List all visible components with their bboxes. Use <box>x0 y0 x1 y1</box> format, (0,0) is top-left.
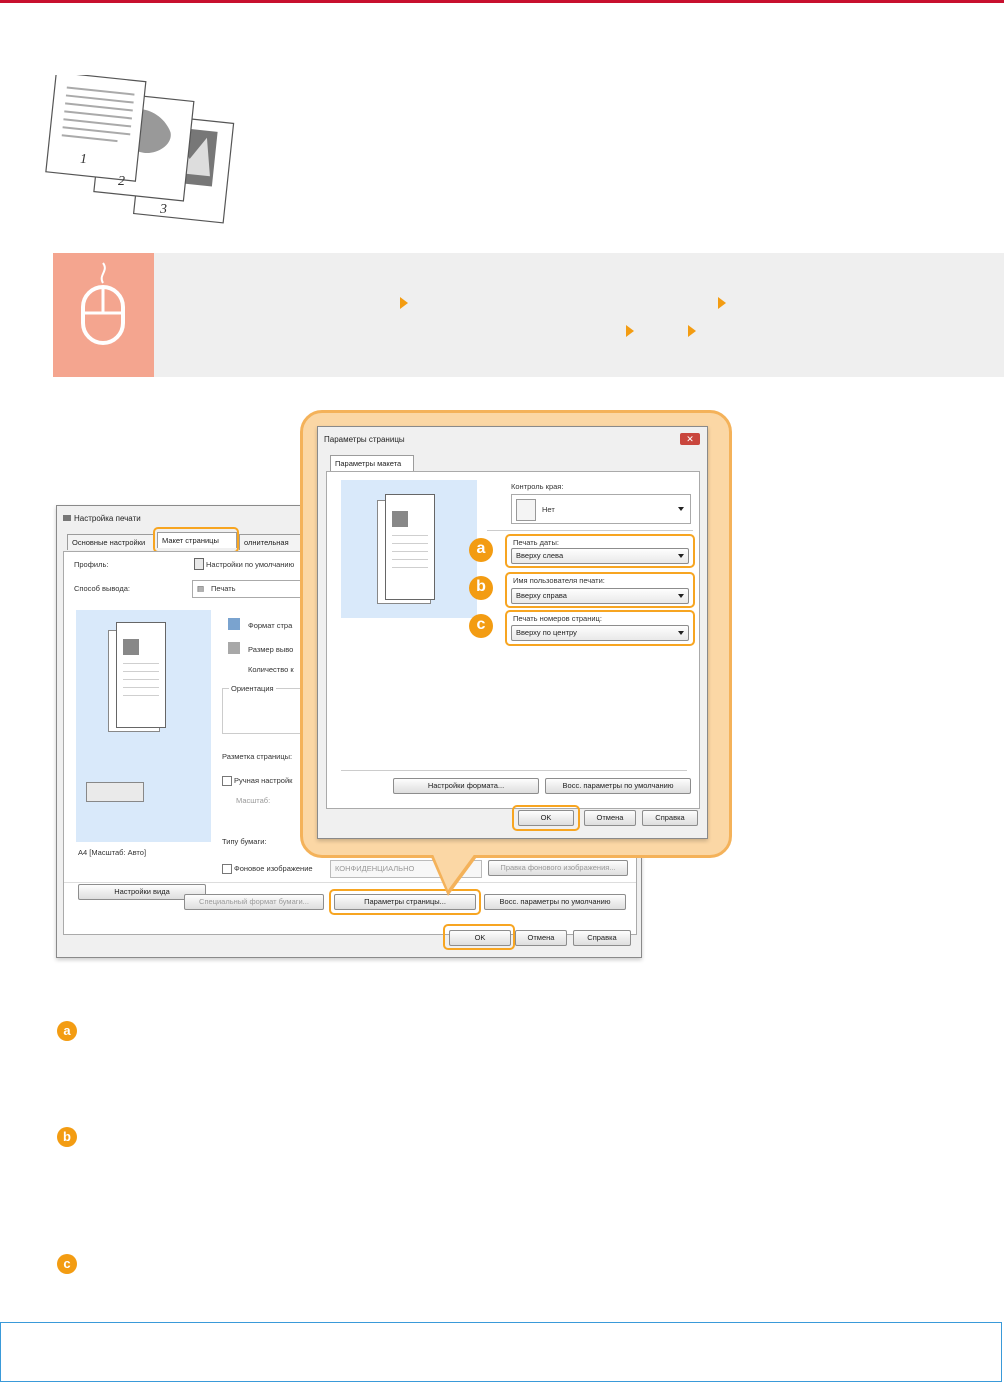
page-options-dialog: Параметры страницы ✕ Параметры макета Ко… <box>317 426 708 839</box>
numbered-pages-illustration: 1 2 3 <box>45 75 235 224</box>
close-icon[interactable]: ✕ <box>680 433 700 445</box>
mouse-icon <box>81 262 125 345</box>
preview-image-block <box>123 639 139 655</box>
page-number-3: 3 <box>159 202 167 217</box>
edge-page-icon <box>516 499 536 521</box>
chevron-down-icon <box>678 507 684 511</box>
step-arrow-icon <box>688 325 696 337</box>
instruction-band <box>53 253 1004 377</box>
page-options-title: Параметры страницы <box>324 435 405 444</box>
copies-label: Количество к <box>248 665 294 674</box>
marker-b: b <box>469 576 493 600</box>
page-options-ok-highlight <box>512 805 580 831</box>
tab-layout-options[interactable]: Параметры макета <box>330 455 414 471</box>
profile-value[interactable]: Настройки по умолчанию <box>206 560 294 569</box>
marker-c: c <box>469 614 493 638</box>
restore-defaults-button[interactable]: Восс. параметры по умолчанию <box>484 894 626 910</box>
print-page-numbers-highlight <box>505 610 695 646</box>
print-date-highlight <box>505 534 695 568</box>
view-toggle-buttons[interactable] <box>86 782 144 802</box>
format-settings-button[interactable]: Настройки формата... <box>393 778 539 794</box>
instruction-icon-box <box>53 253 154 377</box>
tab-finishing[interactable]: олнительная <box>239 534 301 550</box>
print-settings-help-button[interactable]: Справка <box>573 930 631 946</box>
list-marker-b: b <box>57 1127 77 1147</box>
page-options-help-button[interactable]: Справка <box>642 810 698 826</box>
output-method-label: Способ вывода: <box>74 584 130 593</box>
print-settings-title: Настройка печати <box>63 514 141 523</box>
page-number-1: 1 <box>80 152 87 167</box>
preview-caption: A4 [Масштаб: Авто] <box>78 848 147 857</box>
preview-page-front <box>385 494 435 600</box>
watermark-value: КОНФИДЕНЦИАЛЬНО <box>335 864 415 873</box>
divider <box>64 882 636 883</box>
paper-type-label: Типу бумаги: <box>222 837 267 846</box>
page-options-preview <box>341 480 477 618</box>
page-options-cancel-button[interactable]: Отмена <box>584 810 636 826</box>
print-user-highlight <box>505 572 695 608</box>
preview-area <box>76 610 211 842</box>
page-size-label: Формат стра <box>248 621 293 630</box>
profile-icon <box>194 558 204 570</box>
page-options-restore-defaults-button[interactable]: Восс. параметры по умолчанию <box>545 778 691 794</box>
output-method-value: Печать <box>211 584 236 593</box>
output-size-icon <box>228 642 240 654</box>
edge-control-label: Контроль края: <box>511 482 564 491</box>
edge-control-select[interactable]: Нет <box>511 494 691 524</box>
watermark-checkbox[interactable] <box>222 864 232 874</box>
manual-scale-checkbox[interactable] <box>222 776 232 786</box>
layout-options-panel: Контроль края: Нет Печать даты: Вверху с… <box>326 471 700 809</box>
note-box <box>0 1322 1002 1382</box>
tab-basic[interactable]: Основные настройки <box>67 534 155 550</box>
step-arrow-icon <box>400 297 408 309</box>
step-arrow-icon <box>626 325 634 337</box>
preview-image-block <box>392 511 408 527</box>
output-size-label: Размер выво <box>248 645 294 654</box>
list-marker-a: a <box>57 1021 77 1041</box>
tab-highlight <box>153 527 239 553</box>
page-number-2: 2 <box>118 174 125 189</box>
printer-icon <box>63 515 71 521</box>
page-layout-label: Разметка страницы: <box>222 752 293 761</box>
profile-label: Профиль: <box>74 560 109 569</box>
step-arrow-icon <box>718 297 726 309</box>
divider <box>341 770 687 771</box>
custom-paper-size-button[interactable]: Специальный формат бумаги... <box>184 894 324 910</box>
print-settings-cancel-button[interactable]: Отмена <box>515 930 567 946</box>
ok-highlight <box>443 924 515 950</box>
preview-page-front <box>116 622 166 728</box>
manual-scale-label: Ручная настройк <box>234 776 293 785</box>
watermark-edit-button[interactable]: Правка фонового изображения... <box>488 860 628 876</box>
watermark-label: Фоновое изображение <box>234 864 313 873</box>
divider <box>487 530 693 531</box>
scale-label: Масштаб: <box>236 796 271 805</box>
printer-small-icon: ▤ <box>197 584 205 593</box>
top-rule <box>0 0 1004 3</box>
page-size-icon <box>228 618 240 630</box>
edge-control-value: Нет <box>542 505 555 514</box>
marker-a: a <box>469 538 493 562</box>
orientation-label: Ориентация <box>229 684 276 693</box>
callout-tail-inner <box>432 852 476 890</box>
output-method-select[interactable]: ▤ Печать <box>192 580 304 598</box>
list-marker-c: c <box>57 1254 77 1274</box>
